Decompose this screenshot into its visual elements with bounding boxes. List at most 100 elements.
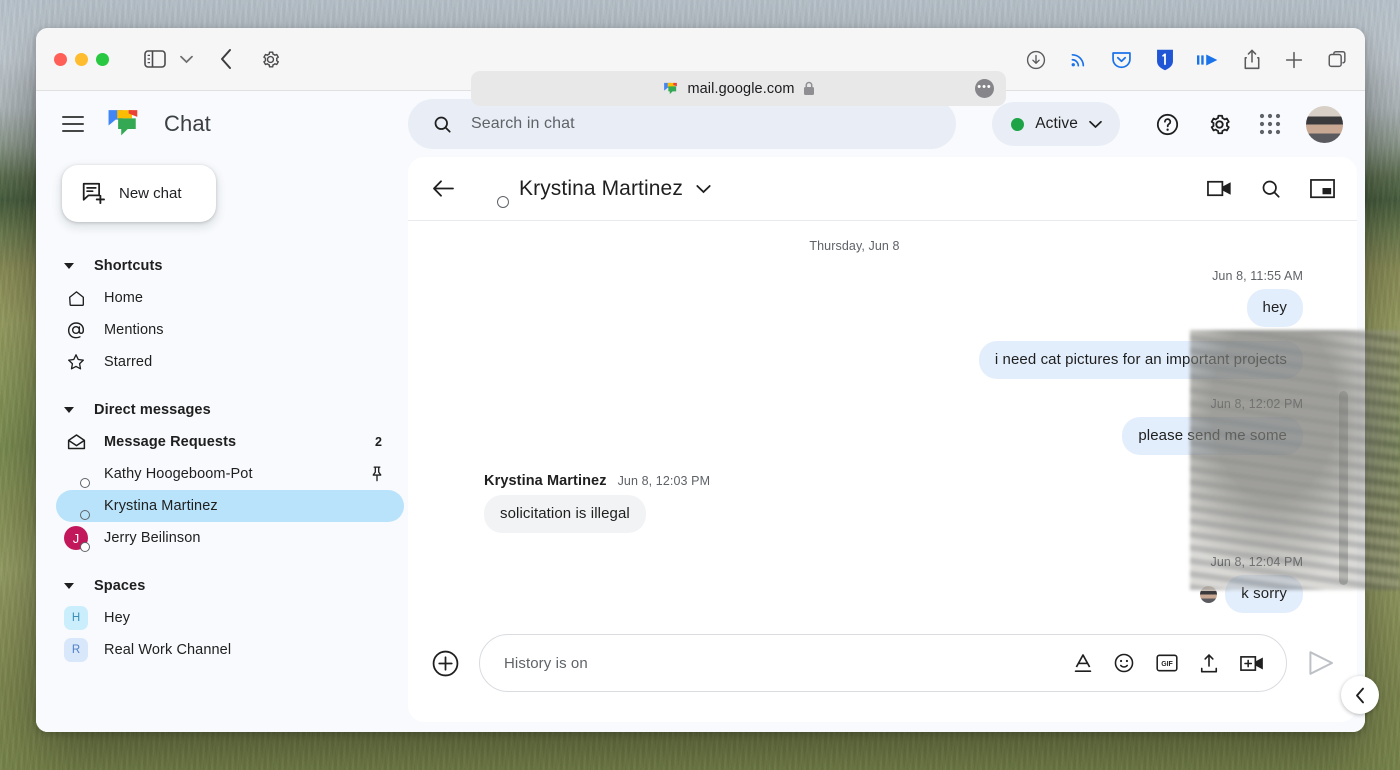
message-group-outgoing: Jun 8, 12:04 PM k sorry xyxy=(432,555,1303,613)
message-timestamp: Jun 8, 11:55 AM xyxy=(1212,269,1303,283)
presence-indicator xyxy=(80,510,90,520)
sidebar-item-message-requests[interactable]: Message Requests 2 xyxy=(56,426,404,458)
google-apps-grid-icon[interactable] xyxy=(1259,113,1281,135)
avatar xyxy=(473,172,509,208)
back-arrow-icon[interactable] xyxy=(432,179,455,198)
pocket-icon[interactable] xyxy=(1110,48,1133,71)
sidebar-item-hey[interactable]: H Hey xyxy=(56,602,404,634)
open-in-pip-icon[interactable] xyxy=(1310,178,1335,199)
sidebar-item-label: Starred xyxy=(104,354,153,370)
space-initial: R xyxy=(64,638,88,662)
presence-indicator xyxy=(497,195,509,208)
new-chat-label: New chat xyxy=(119,185,182,202)
status-selector[interactable]: Active xyxy=(992,102,1120,146)
lock-icon xyxy=(803,81,814,95)
message-timestamp: Jun 8, 12:02 PM xyxy=(1210,397,1303,411)
search-placeholder: Search in chat xyxy=(471,115,575,132)
composer-actions: GIF xyxy=(1074,652,1264,674)
unread-badge: 2 xyxy=(375,435,382,449)
address-bar-more-button[interactable]: ••• xyxy=(975,79,994,98)
avatar xyxy=(64,462,90,488)
search-input[interactable]: Search in chat xyxy=(408,99,957,149)
envelope-icon xyxy=(64,432,88,453)
message-bubble[interactable]: hey xyxy=(1246,289,1303,327)
home-icon xyxy=(64,289,88,308)
conversation-actions xyxy=(1207,178,1335,200)
sidebar-options-chevron-icon[interactable] xyxy=(180,55,193,64)
section-header-direct-messages[interactable]: Direct messages xyxy=(36,394,408,426)
new-chat-icon xyxy=(82,182,105,205)
help-icon[interactable] xyxy=(1155,112,1180,137)
sidebar-item-kathy-hoogeboom-pot[interactable]: Kathy Hoogeboom-Pot xyxy=(56,458,404,490)
sidebar-item-home[interactable]: Home xyxy=(56,282,404,314)
send-icon[interactable] xyxy=(1307,650,1335,676)
new-tab-icon[interactable] xyxy=(1283,49,1305,71)
chevron-down-icon[interactable] xyxy=(696,184,711,194)
message-bubble[interactable]: solicitation is illegal xyxy=(484,495,646,533)
message-input[interactable]: History is on GIF xyxy=(479,634,1287,692)
read-receipt-avatar xyxy=(1200,585,1218,603)
message-bubble[interactable]: k sorry xyxy=(1225,575,1303,613)
tab-overview-icon[interactable] xyxy=(1326,49,1349,71)
sidebar-item-krystina-martinez[interactable]: Krystina Martinez xyxy=(56,490,404,522)
downloads-icon[interactable] xyxy=(1025,49,1047,71)
browser-window: mail.google.com ••• Chat New chat Shortc… xyxy=(36,28,1379,732)
message-group-outgoing: Jun 8, 12:02 PM please send me some xyxy=(432,397,1303,455)
sidebar-item-real-work-channel[interactable]: R Real Work Channel xyxy=(56,634,404,666)
sidebar-toggle-icon[interactable] xyxy=(144,50,166,68)
section-header-shortcuts[interactable]: Shortcuts xyxy=(36,250,408,282)
minimize-window-button[interactable] xyxy=(75,52,88,66)
app-title: Chat xyxy=(164,111,211,136)
1password-icon[interactable] xyxy=(1154,48,1176,71)
close-window-button[interactable] xyxy=(54,52,67,66)
section-label: Shortcuts xyxy=(94,258,163,274)
rss-feed-icon[interactable] xyxy=(1068,49,1089,70)
sidebar-item-mentions[interactable]: Mentions xyxy=(56,314,404,346)
add-video-icon[interactable] xyxy=(1240,654,1264,673)
google-chat-favicon xyxy=(664,82,678,95)
space-icon: R xyxy=(64,638,88,662)
collapse-caret-icon xyxy=(64,583,74,589)
message-bubble[interactable]: please send me some xyxy=(1122,417,1303,455)
sidebar-item-label: Krystina Martinez xyxy=(104,498,218,514)
day-separator: Thursday, Jun 8 xyxy=(809,239,900,253)
media-forward-icon[interactable] xyxy=(1197,51,1221,69)
add-circle-icon[interactable] xyxy=(432,650,459,677)
format-text-icon[interactable] xyxy=(1074,653,1092,673)
account-avatar[interactable] xyxy=(1306,105,1343,143)
gif-icon[interactable]: GIF xyxy=(1156,653,1178,673)
settings-gear-icon[interactable] xyxy=(1207,112,1232,137)
new-chat-button[interactable]: New chat xyxy=(62,165,216,222)
share-icon[interactable] xyxy=(1242,48,1262,71)
section-label: Spaces xyxy=(94,578,146,594)
upload-file-icon[interactable] xyxy=(1199,653,1219,674)
app-header: Chat xyxy=(36,91,408,157)
window-controls xyxy=(54,52,109,66)
sidebar-item-jerry-beilinson[interactable]: J Jerry Beilinson xyxy=(56,522,404,554)
pin-icon[interactable] xyxy=(370,466,384,482)
emoji-icon[interactable] xyxy=(1113,652,1135,674)
sidebar-item-label: Jerry Beilinson xyxy=(104,530,201,546)
sidebar-item-label: Home xyxy=(104,290,144,306)
avatar xyxy=(432,487,468,523)
message-list-scrollbar[interactable] xyxy=(1339,391,1348,585)
address-bar[interactable]: mail.google.com ••• xyxy=(471,71,1006,106)
page-settings-gear-icon[interactable] xyxy=(260,49,281,70)
expand-side-panel-button[interactable] xyxy=(1341,676,1379,714)
browser-back-icon[interactable] xyxy=(219,48,233,70)
chevron-down-icon xyxy=(1089,120,1102,128)
message-input-placeholder: History is on xyxy=(504,654,588,672)
search-icon[interactable] xyxy=(1260,178,1282,200)
main-menu-icon[interactable] xyxy=(62,116,84,132)
google-chat-app: Chat New chat Shortcuts Home Mentions St… xyxy=(36,91,1365,732)
message-group-incoming: Krystina Martinez Jun 8, 12:03 PM solici… xyxy=(432,473,1303,533)
collapse-caret-icon xyxy=(64,263,74,269)
message-bubble[interactable]: i need cat pictures for an important pro… xyxy=(978,341,1303,379)
search-icon xyxy=(434,116,451,133)
maximize-window-button[interactable] xyxy=(96,52,109,66)
section-header-spaces[interactable]: Spaces xyxy=(36,570,408,602)
sidebar-item-starred[interactable]: Starred xyxy=(56,346,404,378)
conversation-header: Krystina Martinez xyxy=(408,157,1357,221)
sidebar-item-label: Real Work Channel xyxy=(104,642,232,658)
video-call-icon[interactable] xyxy=(1207,179,1232,198)
